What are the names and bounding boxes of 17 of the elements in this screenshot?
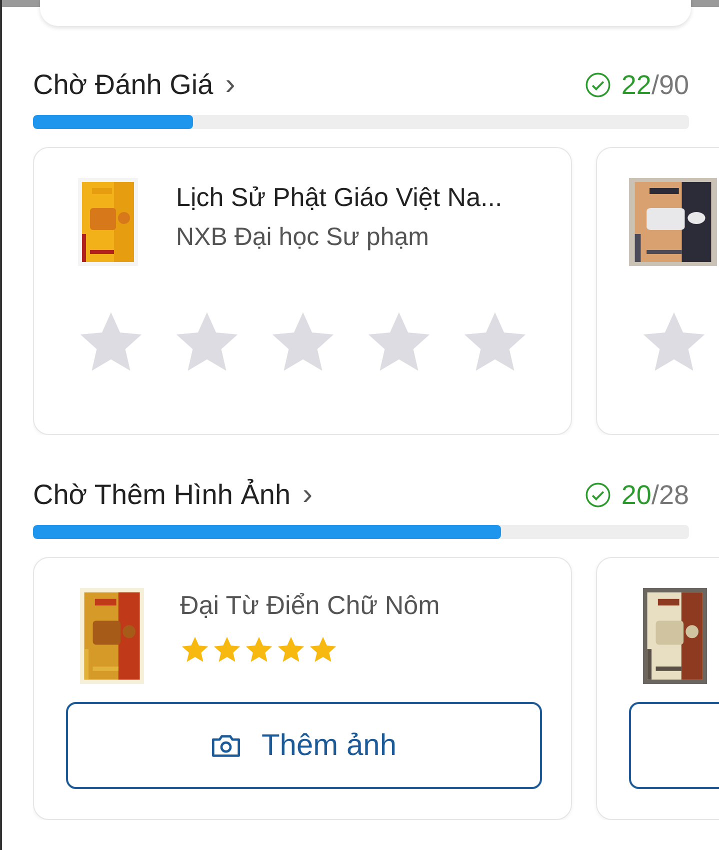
publisher-name: NXB Đại học Sư phạm [176, 223, 430, 252]
book-title: Đại Từ Điển Chữ Nôm [180, 590, 440, 621]
done-count: 22 [621, 70, 652, 100]
section-title[interactable]: Chờ Thêm Hình Ảnh [33, 479, 291, 511]
section-title[interactable]: Chờ Đánh Giá [33, 69, 214, 101]
book-title: Lịch Sử Phật Giáo Việt Na... [176, 182, 502, 213]
chevron-icon[interactable]: › [302, 480, 313, 510]
check-circle-icon [585, 72, 612, 98]
book-card[interactable]: Lịch Sử Phật Giáo Việt Na... NXB Đại học Sư phạm [33, 147, 572, 435]
total-count: /28 [651, 480, 689, 510]
check-circle-icon [585, 482, 612, 508]
camera-icon [211, 732, 242, 758]
total-count: /90 [651, 70, 689, 100]
chevron-icon[interactable]: › [225, 70, 236, 100]
done-count: 20 [621, 480, 652, 510]
add-photo-button[interactable]: Thêm ảnh [66, 702, 542, 789]
book-card[interactable]: Đại Từ Điển Chữ Nôm Thêm ảnh [33, 557, 572, 820]
